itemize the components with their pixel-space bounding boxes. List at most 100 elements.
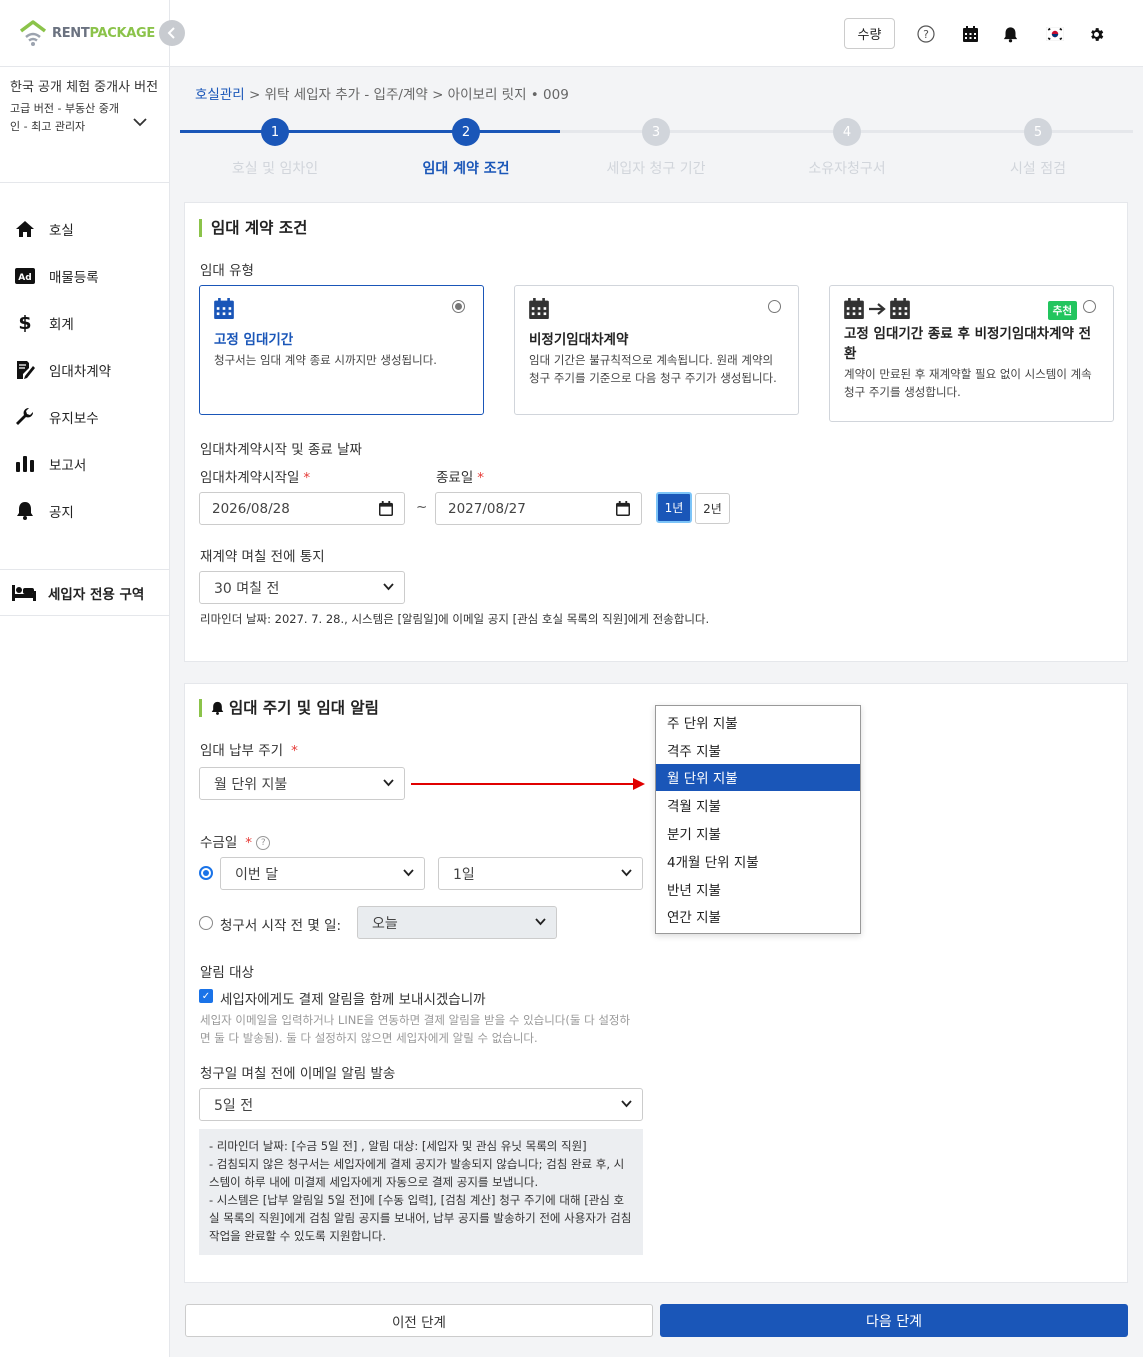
lease-type-fixed-option[interactable]: 고정 임대기간 청구서는 임대 계약 종료 시까지만 생성됩니다.	[199, 285, 484, 415]
dropdown-option-biweekly[interactable]: 격주 지불	[656, 736, 860, 764]
notification-bell-icon[interactable]	[1000, 24, 1020, 44]
sidebar: RENTPACKAGE 한국 공개 체험 중개사 버전 고급 버전 - 부동산 …	[0, 0, 170, 1357]
lease-type-convert-option[interactable]: 추천 고정 임대기간 종료 후 비정기임대차계약 전환 계약이 만료된 후 재계…	[829, 285, 1114, 422]
dropdown-option-4months[interactable]: 4개월 단위 지불	[656, 847, 860, 875]
sidebar-item-tenant-zone[interactable]: 세입자 전용 구역	[0, 569, 170, 616]
step-3[interactable]: 3 세입자 청구 기간	[561, 118, 751, 178]
payment-cycle-dropdown-list: 주 단위 지불 격주 지불 월 단위 지불 격월 지불 분기 지불 4개월 단위…	[655, 705, 861, 934]
step-label: 세입자 청구 기간	[606, 161, 706, 177]
company-switcher[interactable]: 한국 공개 체험 중개사 버전 고급 버전 - 부동산 중개인 - 최고 관리자	[0, 67, 169, 183]
sidebar-item-label: 임대차계약	[49, 363, 112, 380]
chevron-left-icon	[167, 27, 175, 39]
quantity-button[interactable]: 수량	[844, 18, 895, 49]
logo[interactable]: RENTPACKAGE	[0, 0, 169, 67]
collection-day-select[interactable]: 1일	[438, 857, 643, 890]
sidebar-item-label: 공지	[49, 504, 74, 521]
chevron-down-icon	[621, 1100, 632, 1108]
date-range-tilde: ~	[416, 499, 428, 515]
dropdown-option-weekly[interactable]: 주 단위 지불	[656, 708, 860, 736]
dropdown-option-half-year[interactable]: 반년 지불	[656, 875, 860, 903]
tenant-zone-label: 세입자 전용 구역	[48, 586, 145, 603]
start-date-input[interactable]: 2026/08/28	[199, 492, 405, 525]
section-title: 임대 계약 조건	[199, 219, 307, 237]
lease-type-convert-radio[interactable]	[1083, 300, 1096, 313]
before-invoice-label: 청구서 시작 전 몇 일:	[220, 918, 342, 934]
before-invoice-value: 오늘	[372, 915, 398, 932]
lease-type-periodic-radio[interactable]	[768, 300, 781, 313]
korea-flag-icon[interactable]	[1045, 24, 1065, 44]
sidebar-item-notice[interactable]: 공지	[0, 487, 169, 534]
collection-month-radio[interactable]	[199, 866, 213, 880]
info-line: - 리마인더 날짜: [수금 5일 전] , 알림 대상: [세입자 및 관심 …	[209, 1139, 587, 1153]
bell-icon	[14, 500, 36, 522]
payment-cycle-value: 월 단위 지불	[214, 776, 288, 793]
sidebar-item-label: 유지보수	[49, 410, 99, 427]
step-5[interactable]: 5 시설 점검	[943, 118, 1133, 178]
step-label: 시설 점검	[1010, 161, 1066, 177]
before-invoice-select[interactable]: 오늘	[357, 906, 557, 939]
next-step-button[interactable]: 다음 단계	[660, 1304, 1128, 1337]
renewal-notice-label: 재계약 며칠 전에 통지	[200, 549, 325, 565]
company-name: 한국 공개 체험 중개사 버전	[10, 80, 159, 95]
logo-text: RENTPACKAGE	[52, 25, 155, 41]
email-reminder-value: 5일 전	[214, 1097, 254, 1114]
end-date-label: 종료일 *	[436, 470, 485, 486]
start-date-label: 임대차계약시작일 *	[200, 470, 311, 486]
step-number: 3	[642, 118, 670, 146]
dropdown-option-yearly[interactable]: 연간 지불	[656, 903, 860, 931]
sidebar-item-rooms[interactable]: 호실	[0, 205, 169, 252]
step-label: 호실 및 임차인	[231, 161, 319, 177]
one-year-button[interactable]: 1년	[656, 492, 692, 523]
collection-month-select[interactable]: 이번 달	[220, 857, 425, 890]
payment-cycle-select[interactable]: 월 단위 지불	[199, 767, 405, 800]
breadcrumb-root-link[interactable]: 호실관리	[195, 87, 245, 103]
option-title: 고정 임대기간	[214, 332, 294, 348]
step-1[interactable]: 1 호실 및 임차인	[180, 118, 370, 178]
help-icon[interactable]: ?	[256, 836, 271, 850]
end-date-value: 2027/08/27	[448, 500, 526, 517]
lease-type-periodic-option[interactable]: 비정기임대차계약 임대 기간은 불규칙적으로 계속됩니다. 원래 계약의 청구 …	[514, 285, 799, 415]
notify-tenant-checkbox[interactable]: ✓	[199, 989, 213, 1003]
step-2[interactable]: 2 임대 계약 조건	[371, 118, 561, 178]
two-year-button[interactable]: 2년	[695, 493, 730, 524]
sidebar-item-label: 매물등록	[49, 269, 99, 286]
collapse-sidebar-button[interactable]	[159, 20, 185, 46]
svg-text:Ad: Ad	[18, 273, 31, 283]
settings-gear-icon[interactable]	[1086, 24, 1106, 44]
calendar-icon[interactable]	[960, 24, 980, 44]
before-invoice-radio[interactable]	[199, 916, 213, 930]
reminder-note: 리마인더 날짜: 2027. 7. 28., 시스템은 [알림일]에 이메일 공…	[200, 612, 710, 626]
dropdown-option-bimonthly[interactable]: 격월 지불	[656, 791, 860, 819]
sidebar-item-reports[interactable]: 보고서	[0, 440, 169, 487]
lease-conditions-card: 임대 계약 조건 임대 유형 고정 임대기간 청구서는 임대 계약 종료 시까지…	[184, 202, 1128, 662]
sidebar-item-maintenance[interactable]: 유지보수	[0, 393, 169, 440]
company-plan: 고급 버전 - 부동산 중개인 - 최고 관리자	[10, 102, 120, 133]
home-icon	[14, 218, 36, 240]
chevron-down-icon	[383, 779, 394, 787]
dropdown-option-monthly[interactable]: 월 단위 지불	[656, 763, 860, 792]
breadcrumb: 호실관리 > 위탁 세입자 추가 - 입주/계약 > 아이보리 릿지 • 009	[195, 83, 569, 103]
section-title: 임대 주기 및 임대 알림	[199, 699, 379, 717]
email-reminder-select[interactable]: 5일 전	[199, 1088, 643, 1121]
previous-step-button[interactable]: 이전 단계	[185, 1304, 653, 1337]
step-number: 1	[261, 118, 289, 146]
calendar-icon[interactable]	[616, 501, 630, 516]
end-date-input[interactable]: 2027/08/27	[435, 492, 642, 525]
reminder-info-box: - 리마인더 날짜: [수금 5일 전] , 알림 대상: [세입자 및 관심 …	[199, 1129, 643, 1255]
calendar-icon[interactable]	[379, 501, 393, 516]
dropdown-option-quarterly[interactable]: 분기 지불	[656, 819, 860, 847]
sidebar-item-contract[interactable]: 임대차계약	[0, 346, 169, 393]
payment-cycle-label: 임대 납부 주기 *	[200, 743, 298, 759]
option-desc: 임대 기간은 불규칙적으로 계속됩니다. 원래 계약의 청구 주기를 기준으로 …	[529, 353, 777, 385]
lease-type-fixed-radio[interactable]	[452, 300, 465, 313]
red-arrow-annotation	[411, 778, 645, 790]
help-icon[interactable]: ?	[916, 24, 936, 44]
chevron-down-icon	[133, 118, 147, 127]
info-line: - 검침되지 않은 청구서는 세입자에게 결제 공지가 발송되지 않습니다; 검…	[209, 1157, 625, 1189]
breadcrumb-rest: > 위탁 세입자 추가 - 입주/계약 > 아이보리 릿지 • 009	[244, 87, 569, 103]
sidebar-item-listing[interactable]: Ad 매물등록	[0, 252, 169, 299]
sidebar-item-accounting[interactable]: $ 회계	[0, 299, 169, 346]
renewal-notice-select[interactable]: 30 며칠 전	[199, 571, 405, 604]
step-4[interactable]: 4 소유자청구서	[752, 118, 942, 178]
dollar-icon: $	[18, 311, 32, 334]
